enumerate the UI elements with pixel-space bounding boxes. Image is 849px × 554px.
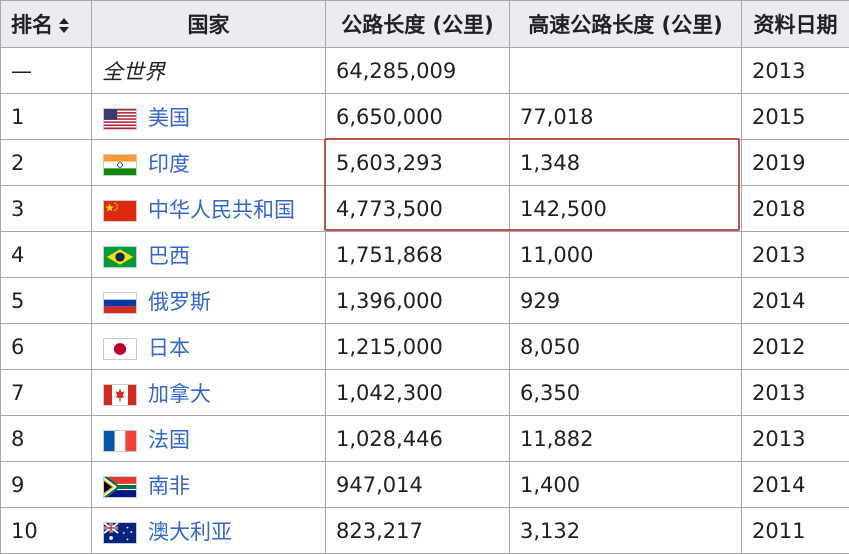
road-length-cell: 1,028,446: [326, 416, 510, 462]
russia-flag-icon[interactable]: [103, 292, 137, 314]
table-row: — 全世界 64,285,009 2013: [1, 48, 849, 94]
expressway-length-cell: 142,500: [510, 186, 742, 232]
data-date-cell: 2013: [742, 370, 849, 416]
road-length-cell: 4,773,500: [326, 186, 510, 232]
table-header-row: 排名 国家 公路长度 (公里) 高速公路长度 (公里) 资料日期: [1, 1, 849, 48]
country-column-header: 国家: [92, 1, 326, 48]
country-link[interactable]: 美国: [148, 106, 190, 130]
rank-cell: —: [1, 48, 92, 94]
data-date-cell: 2019: [742, 140, 849, 186]
country-cell: 法国: [92, 416, 326, 462]
road-length-cell: 947,014: [326, 462, 510, 508]
expressway-length-cell: 1,400: [510, 462, 742, 508]
country-cell: 巴西: [92, 232, 326, 278]
country-link[interactable]: 日本: [148, 336, 190, 360]
road-length-cell: 1,751,868: [326, 232, 510, 278]
country-link[interactable]: 南非: [148, 474, 190, 498]
rank-cell: 6: [1, 324, 92, 370]
table-row: 3 中华人民共和国 4,773,500 142,500 2018: [1, 186, 849, 232]
rank-cell: 1: [1, 94, 92, 140]
expressway-length-cell: 3,132: [510, 508, 742, 554]
table-row: 4 巴西 1,751,868 11,000 2013: [1, 232, 849, 278]
expressway-length-cell: 77,018: [510, 94, 742, 140]
table-row: 5 俄罗斯 1,396,000 929 2014: [1, 278, 849, 324]
country-cell: 美国: [92, 94, 326, 140]
road-length-cell: 1,042,300: [326, 370, 510, 416]
rank-cell: 9: [1, 462, 92, 508]
rank-column-header[interactable]: 排名: [1, 1, 92, 48]
country-link[interactable]: 俄罗斯: [148, 290, 211, 314]
country-link[interactable]: 中华人民共和国: [148, 198, 295, 222]
data-date-cell: 2015: [742, 94, 849, 140]
country-cell: 澳大利亚: [92, 508, 326, 554]
rank-cell: 4: [1, 232, 92, 278]
country-cell: 南非: [92, 462, 326, 508]
table-row: 7 加拿大 1,042,300 6,350 2013: [1, 370, 849, 416]
rank-cell: 7: [1, 370, 92, 416]
country-cell: 俄罗斯: [92, 278, 326, 324]
china-flag-icon[interactable]: [103, 200, 137, 222]
data-date-cell: 2012: [742, 324, 849, 370]
country-link[interactable]: 澳大利亚: [148, 520, 232, 544]
sort-icon[interactable]: [59, 17, 70, 35]
country-cell: 全世界: [92, 48, 326, 94]
road-length-cell: 1,396,000: [326, 278, 510, 324]
road-length-cell: 64,285,009: [326, 48, 510, 94]
road-length-table: 排名 国家 公路长度 (公里) 高速公路长度 (公里) 资料日期 — 全世界 6…: [0, 0, 849, 554]
road-length-cell: 6,650,000: [326, 94, 510, 140]
expressway-length-cell: 11,882: [510, 416, 742, 462]
table-row: 10 澳大利亚: [1, 508, 849, 554]
country-cell: 印度: [92, 140, 326, 186]
rank-cell: 5: [1, 278, 92, 324]
japan-flag-icon[interactable]: [103, 338, 137, 360]
table-row: 6 日本 1,215,000 8,050 2012: [1, 324, 849, 370]
data-date-cell: 2013: [742, 416, 849, 462]
rank-cell: 2: [1, 140, 92, 186]
rank-cell: 3: [1, 186, 92, 232]
road-length-cell: 823,217: [326, 508, 510, 554]
rank-cell: 8: [1, 416, 92, 462]
country-link[interactable]: 印度: [148, 152, 190, 176]
france-flag-icon[interactable]: [103, 430, 137, 452]
expressway-length-cell: [510, 48, 742, 94]
brazil-flag-icon[interactable]: [103, 246, 137, 268]
data-date-cell: 2013: [742, 48, 849, 94]
table-row: 9 南非 947,014 1,400: [1, 462, 849, 508]
data-date-cell: 2018: [742, 186, 849, 232]
data-date-cell: 2014: [742, 278, 849, 324]
expressway-length-cell: 8,050: [510, 324, 742, 370]
table-row: 8 法国 1,028,446 11,882 2013: [1, 416, 849, 462]
data-date-cell: 2014: [742, 462, 849, 508]
rank-cell: 10: [1, 508, 92, 554]
data-date-column-header: 资料日期: [742, 1, 849, 48]
data-date-cell: 2011: [742, 508, 849, 554]
road-length-column-header: 公路长度 (公里): [326, 1, 510, 48]
expressway-length-cell: 929: [510, 278, 742, 324]
country-cell: 加拿大: [92, 370, 326, 416]
rank-header-label: 排名: [11, 13, 53, 37]
table-row: 1 美国 6,650,000 77,018 2015: [1, 94, 849, 140]
table-row: 2 印度 5,603,293 1,348 2019: [1, 140, 849, 186]
country-cell: 日本: [92, 324, 326, 370]
data-date-cell: 2013: [742, 232, 849, 278]
canada-flag-icon[interactable]: [103, 384, 137, 406]
india-flag-icon[interactable]: [103, 154, 137, 176]
expressway-length-cell: 11,000: [510, 232, 742, 278]
australia-flag-icon[interactable]: [103, 522, 137, 544]
road-length-cell: 5,603,293: [326, 140, 510, 186]
country-cell: 中华人民共和国: [92, 186, 326, 232]
country-link[interactable]: 法国: [148, 428, 190, 452]
road-length-cell: 1,215,000: [326, 324, 510, 370]
country-link[interactable]: 巴西: [148, 244, 190, 268]
south-africa-flag-icon[interactable]: [103, 476, 137, 498]
expressway-length-column-header: 高速公路长度 (公里): [510, 1, 742, 48]
expressway-length-cell: 6,350: [510, 370, 742, 416]
country-link[interactable]: 加拿大: [148, 382, 211, 406]
us-flag-icon[interactable]: [103, 108, 137, 130]
expressway-length-cell: 1,348: [510, 140, 742, 186]
